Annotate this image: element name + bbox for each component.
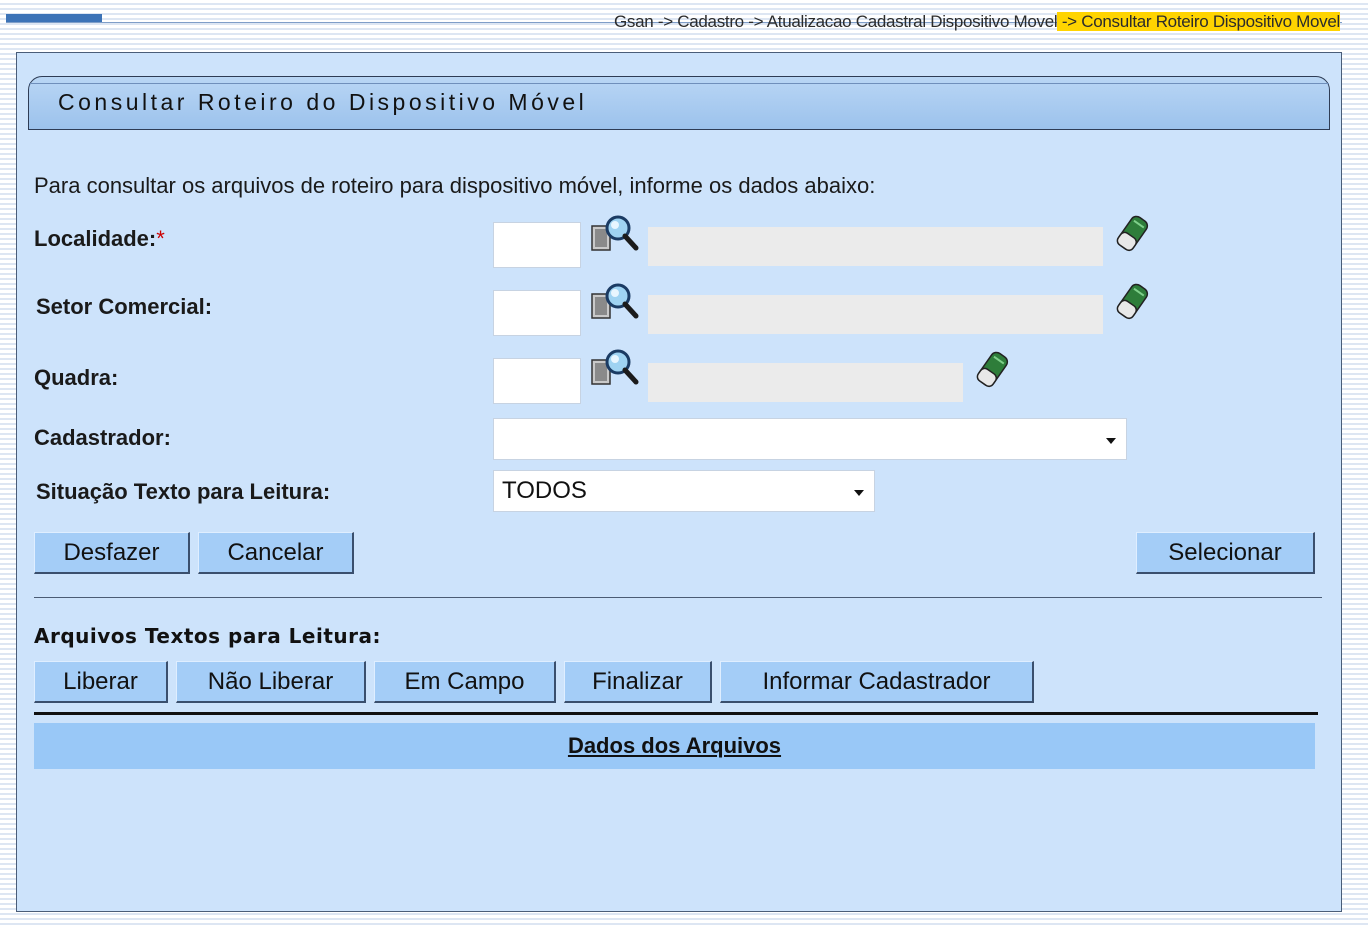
situacao-selected-value: TODOS xyxy=(502,477,587,504)
intro-text: Para consultar os arquivos de roteiro pa… xyxy=(34,173,876,198)
chevron-down-icon xyxy=(854,490,864,496)
localidade-code-input[interactable] xyxy=(493,222,581,268)
dados-arquivos-link[interactable]: Dados dos Arquivos xyxy=(34,733,1315,759)
magnifier-search-icon[interactable] xyxy=(590,212,639,252)
quadra-description xyxy=(648,363,963,402)
dados-arquivos-header: Dados dos Arquivos xyxy=(34,723,1315,769)
selecionar-button[interactable]: Selecionar xyxy=(1136,532,1315,574)
quadra-label: Quadra: xyxy=(34,365,119,390)
magnifier-search-icon[interactable] xyxy=(590,346,639,386)
top-accent-bar xyxy=(6,14,102,22)
setor-comercial-label: Setor Comercial: xyxy=(36,294,213,319)
liberar-button[interactable]: Liberar xyxy=(34,661,168,703)
setor-comercial-code-input[interactable] xyxy=(493,290,581,336)
informar-cadastrador-button[interactable]: Informar Cadastrador xyxy=(720,661,1034,703)
situacao-label: Situação Texto para Leitura: xyxy=(36,479,331,504)
setor-comercial-description xyxy=(648,295,1103,334)
breadcrumb: Gsan -> Cadastro -> Atualizacao Cadastra… xyxy=(614,12,1340,34)
page-title: Consultar Roteiro do Dispositivo Móvel xyxy=(58,89,588,115)
cadastrador-select[interactable] xyxy=(493,418,1127,460)
desfazer-button[interactable]: Desfazer xyxy=(34,532,190,574)
section-divider xyxy=(34,597,1322,598)
nao-liberar-button[interactable]: Não Liberar xyxy=(176,661,366,703)
quadra-code-input[interactable] xyxy=(493,358,581,404)
em-campo-button[interactable]: Em Campo xyxy=(374,661,556,703)
finalizar-button[interactable]: Finalizar xyxy=(564,661,712,703)
required-mark: * xyxy=(156,226,165,251)
breadcrumb-path: Gsan -> Cadastro -> Atualizacao Cadastra… xyxy=(613,12,1058,31)
cancelar-button[interactable]: Cancelar xyxy=(198,532,354,574)
chevron-down-icon xyxy=(1106,438,1116,444)
localidade-label-text: Localidade: xyxy=(34,226,157,251)
situacao-select[interactable]: TODOS xyxy=(493,470,875,512)
eraser-clear-icon[interactable] xyxy=(1112,280,1149,320)
eraser-clear-icon[interactable] xyxy=(972,348,1009,388)
breadcrumb-current: -> Consultar Roteiro Dispositivo Movel xyxy=(1057,12,1340,31)
table-top-rule xyxy=(34,712,1318,715)
cadastrador-label: Cadastrador: xyxy=(34,425,171,450)
eraser-clear-icon[interactable] xyxy=(1112,212,1149,252)
localidade-label: Localidade:* xyxy=(34,226,165,252)
arquivos-label: Arquivos Textos para Leitura: xyxy=(34,624,381,648)
localidade-description xyxy=(648,227,1103,266)
magnifier-search-icon[interactable] xyxy=(590,280,639,320)
